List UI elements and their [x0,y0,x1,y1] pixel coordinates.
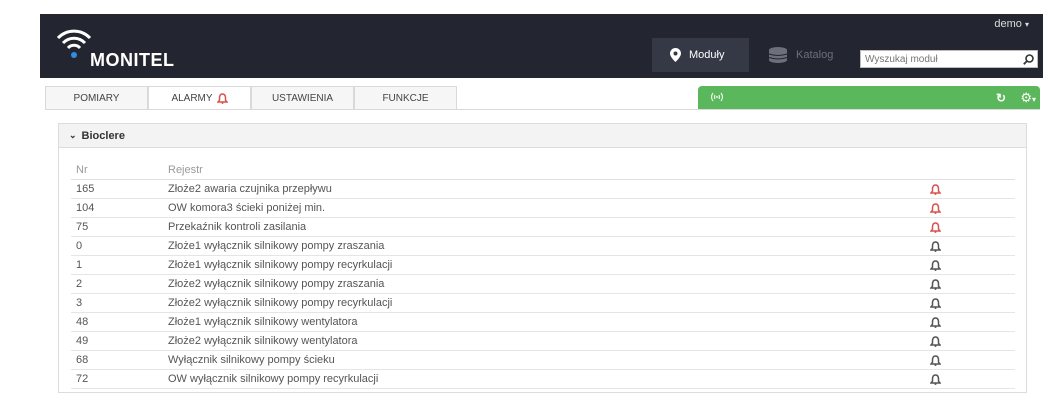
chevron-down-icon: ⌄ [69,130,77,140]
tab-content: ⌄ Bioclere Nr Rejestr 165 Złoże2 awaria c… [45,109,1040,393]
table-row: 165 Złoże2 awaria czujnika przepływu [71,180,1015,199]
alarm-bell-icon[interactable] [925,259,945,271]
chevron-down-icon: ▾ [1024,20,1029,29]
register-number: 104 [76,202,95,214]
register-number: 72 [76,373,89,385]
map-pin-icon [670,48,681,62]
tab-label: FUNKCJE [382,92,429,104]
register-name: OW wyłącznik silnikowy pompy recyrkulacj… [168,373,379,385]
register-number: 3 [76,297,83,309]
alarm-bell-icon [216,92,228,104]
database-icon [768,47,788,63]
table-body: 165 Złoże2 awaria czujnika przepływu 104 OW… [71,180,1015,389]
alarm-bell-icon[interactable] [925,183,945,195]
connection-status-bar: ↻ ⚙▾ [698,86,1040,109]
register-name: Złoże1 wyłącznik silnikowy pompy zraszan… [168,240,385,252]
register-name: Przekaźnik kontroli zasilania [168,221,307,233]
register-number: 48 [76,316,89,328]
search-box [860,50,1038,68]
alarm-bell-icon[interactable] [925,221,945,233]
register-name: Złoże1 wyłącznik silnikowy wentylatora [168,316,358,328]
nav-moduly[interactable]: Moduły [652,38,749,72]
register-name: OW komora3 ścieki poniżej min. [168,202,326,214]
nav-katalog-label: Katalog [796,49,834,61]
tab-funkcje[interactable]: FUNKCJE [354,86,457,109]
register-number: 68 [76,354,89,366]
tab-bar: POMIARY ALARMY USTAWIENIA FUNKCJE [45,86,457,109]
nav-katalog[interactable]: Katalog [768,38,858,72]
alarm-bell-icon[interactable] [925,354,945,366]
top-navbar: MONITEL demo ▾ Moduły Katalog [40,14,1043,78]
wifi-logo-icon [56,29,92,58]
register-number: 75 [76,221,89,233]
register-name: Złoże2 awaria czujnika przepływu [168,183,332,195]
alarm-bell-icon[interactable] [925,335,945,347]
column-header-nr: Nr [76,163,88,176]
search-icon[interactable] [1019,51,1037,67]
brand-logo[interactable]: MONITEL [54,24,184,70]
brand-name: MONITEL [90,50,175,70]
tab-pomiary[interactable]: POMIARY [45,86,148,109]
table-row: 75 Przekaźnik kontroli zasilania [71,218,1015,237]
tab-alarmy[interactable]: ALARMY [148,86,251,109]
register-number: 1 [76,259,83,271]
table-row: 49 Złoże2 wyłącznik silnikowy wentylatora [71,332,1015,351]
register-name: Złoże2 wyłącznik silnikowy pompy zraszan… [168,278,385,290]
panel-title: Bioclere [81,129,125,142]
tab-label: ALARMY [171,92,213,104]
signal-icon [710,92,724,102]
table-row: 2 Złoże2 wyłącznik silnikowy pompy zrasza… [71,275,1015,294]
register-number: 0 [76,240,83,252]
register-name: Złoże2 wyłącznik silnikowy wentylatora [168,335,358,347]
table-row: 68 Wyłącznik silnikowy pompy ścieku [71,351,1015,370]
refresh-icon[interactable]: ↻ [996,91,1006,105]
table-header-row: Nr Rejestr [71,160,1015,180]
alarm-bell-icon[interactable] [925,278,945,290]
nav-moduly-label: Moduły [689,49,725,61]
alarm-bell-icon[interactable] [925,316,945,328]
register-name: Wyłącznik silnikowy pompy ścieku [168,354,335,366]
register-number: 2 [76,278,83,290]
alarm-bell-icon[interactable] [925,240,945,252]
tab-ustawienia[interactable]: USTAWIENIA [251,86,354,109]
table-row: 104 OW komora3 ścieki poniżej min. [71,199,1015,218]
bioclere-panel: ⌄ Bioclere Nr Rejestr 165 Złoże2 awaria c… [58,123,1027,393]
table-row: 72 OW wyłącznik silnikowy pompy recyrkula… [71,370,1015,389]
alarm-bell-icon[interactable] [925,373,945,385]
register-name: Złoże1 wyłącznik silnikowy pompy recyrku… [168,259,393,271]
user-name: demo [994,18,1022,30]
table-row: 1 Złoże1 wyłącznik silnikowy pompy recyrk… [71,256,1015,275]
alarm-table: Nr Rejestr 165 Złoże2 awaria czujnika prz… [71,160,1015,389]
tab-label: POMIARY [73,92,120,104]
panel-header[interactable]: ⌄ Bioclere [59,124,1026,148]
tab-label: USTAWIENIA [271,92,334,104]
app-frame: MONITEL demo ▾ Moduły Katalog Wyszukaj m… [0,0,1055,393]
alarm-bell-icon[interactable] [925,297,945,309]
table-row: 0 Złoże1 wyłącznik silnikowy pompy zrasza… [71,237,1015,256]
register-number: 49 [76,335,89,347]
search-input[interactable] [861,51,1019,67]
alarm-bell-icon[interactable] [925,202,945,214]
table-row: 48 Złoże1 wyłącznik silnikowy wentylatora [71,313,1015,332]
table-row: 3 Złoże2 wyłącznik silnikowy pompy recyrk… [71,294,1015,313]
settings-gear-icon[interactable]: ⚙▾ [1020,90,1036,106]
register-number: 165 [76,183,95,195]
user-menu[interactable]: demo ▾ [994,18,1029,30]
register-name: Złoże2 wyłącznik silnikowy pompy recyrku… [168,297,393,309]
column-header-rejestr: Rejestr [168,163,203,176]
